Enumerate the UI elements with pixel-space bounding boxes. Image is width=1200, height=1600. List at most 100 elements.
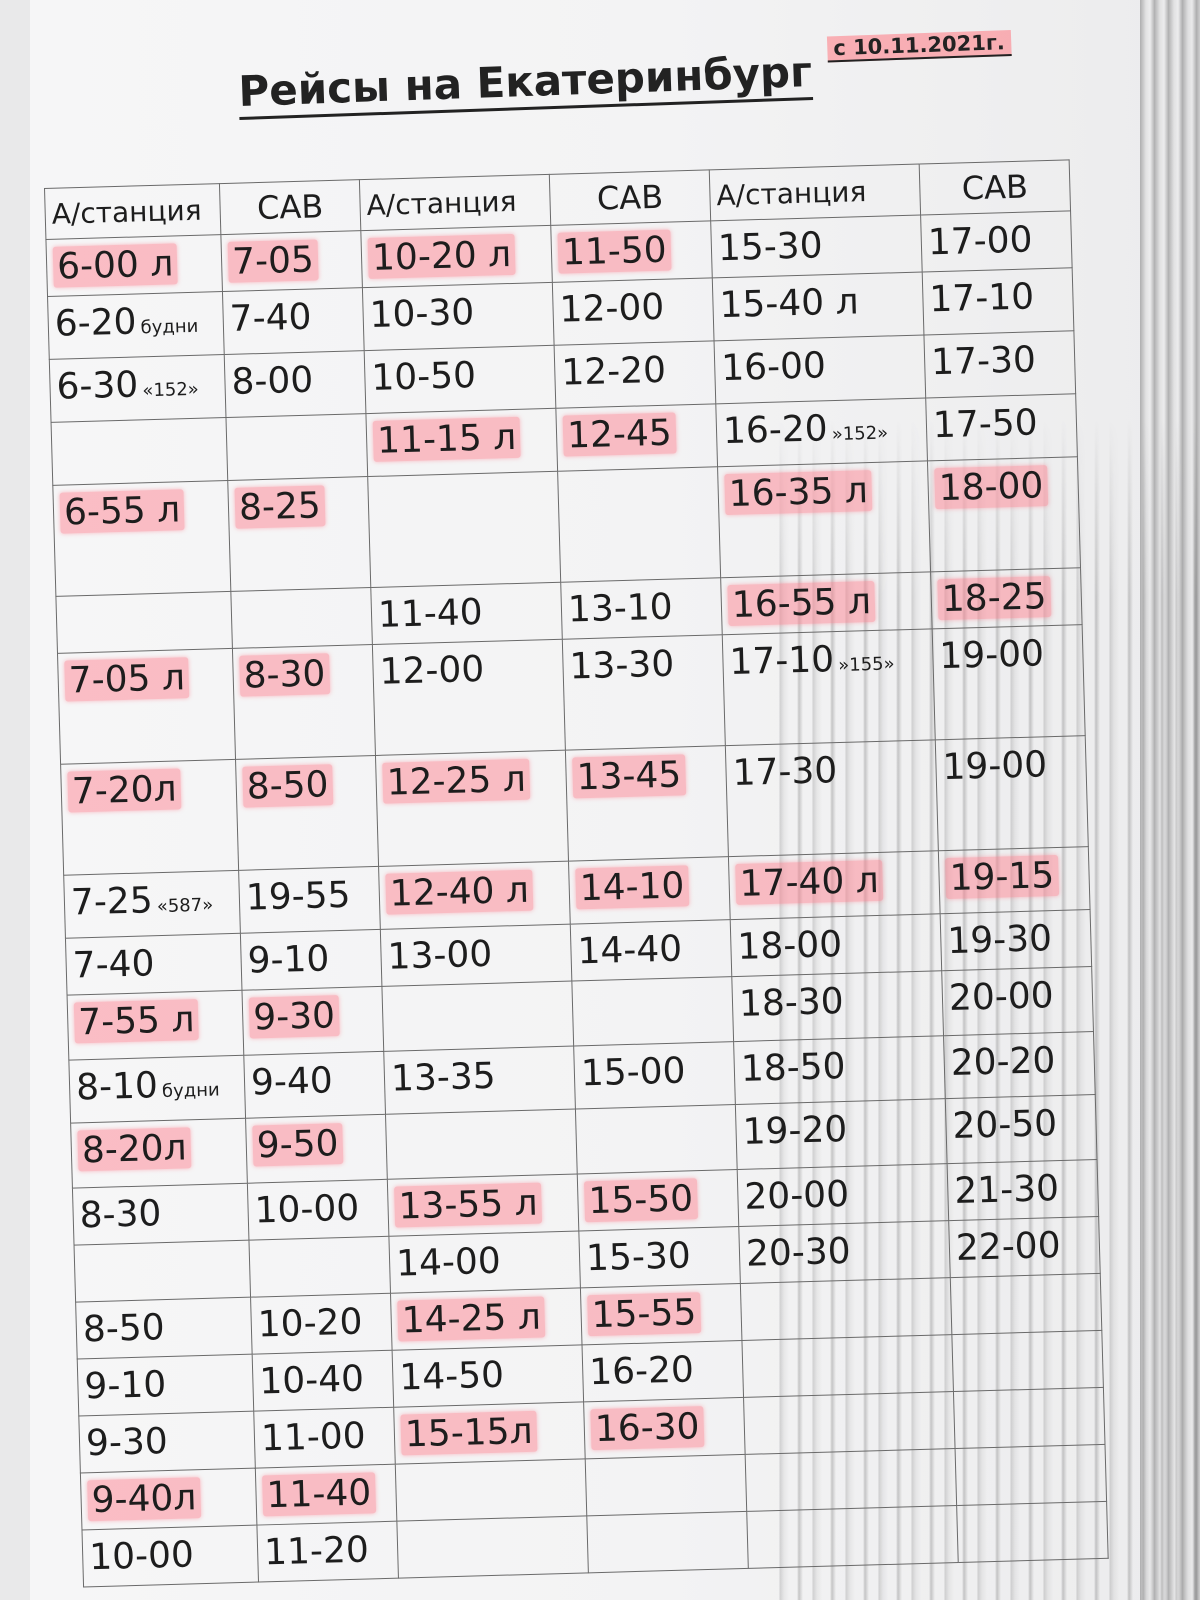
table-cell [956, 1501, 1109, 1563]
table-cell: 19-00 [932, 624, 1086, 740]
table-cell: 7-40 [65, 933, 242, 996]
departure-time: 10-40 [258, 1358, 365, 1403]
departure-time: 14-10 [575, 865, 689, 910]
departure-time: 17-10 [728, 639, 835, 684]
table-cell: 8-20л [70, 1118, 248, 1189]
table-cell: 6-30 «152» [49, 354, 226, 423]
table-cell: 18-25 [930, 567, 1083, 629]
departure-time: 19-30 [946, 918, 1053, 963]
table-cell: 16-20 [582, 1340, 744, 1402]
table-cell: 17-50 [925, 393, 1078, 461]
departure-time: 15-30 [585, 1235, 692, 1280]
table-cell: 9-50 [245, 1114, 388, 1184]
table-cell: 18-50 [733, 1035, 946, 1105]
departure-time: 12-20 [560, 349, 667, 394]
table-cell: 20-30 [738, 1220, 951, 1284]
table-cell: 9-40л [80, 1468, 257, 1530]
departure-time: 20-50 [951, 1103, 1058, 1147]
table-cell: 9-30 [241, 986, 384, 1056]
departure-time: 17-00 [927, 219, 1034, 264]
departure-time: 15-50 [583, 1178, 698, 1223]
departure-time: 17-50 [932, 402, 1039, 447]
table-cell: 14-10 [568, 856, 731, 925]
header-station-2: А/станция [359, 174, 551, 231]
table-cell: 17-10 »155» [722, 628, 936, 746]
table-cell: 20-00 [941, 966, 1094, 1036]
table-cell: 10-00 [81, 1525, 259, 1587]
table-cell: 17-10 [922, 267, 1074, 335]
table-cell [740, 1277, 952, 1341]
departure-time: 10-00 [254, 1187, 360, 1232]
route-note: будни [140, 315, 199, 339]
table-cell: 17-00 [920, 210, 1073, 273]
table-cell: 16-00 [714, 334, 926, 404]
departure-time: 12-40 л [385, 869, 534, 915]
table-cell: 16-30 [583, 1397, 746, 1459]
departure-time: 14-00 [395, 1240, 502, 1285]
departure-time: 20-00 [743, 1173, 850, 1218]
table-cell [951, 1330, 1104, 1392]
table-cell: 10-20 л [360, 225, 553, 288]
table-cell: 6-20 будни [47, 291, 225, 360]
departure-time: 16-30 [590, 1406, 705, 1451]
departure-time: 17-30 [732, 750, 838, 794]
departure-time: 13-10 [567, 586, 674, 631]
table-cell: 9-10 [240, 929, 382, 991]
table-cell: 11-40 [255, 1464, 397, 1526]
table-cell: 15-40 л [712, 272, 924, 341]
table-cell: 8-50 [235, 755, 379, 871]
table-cell [55, 591, 233, 654]
table-cell [585, 1454, 747, 1516]
departure-time: 11-15 л [372, 416, 521, 462]
departure-time: 11-40 [377, 591, 484, 636]
table-cell [396, 1515, 589, 1579]
table-cell: 16-20 »152» [715, 397, 928, 467]
table-cell: 13-35 [383, 1046, 576, 1115]
departure-time: 9-10 [83, 1364, 167, 1408]
departure-time: 20-30 [745, 1230, 852, 1275]
departure-time: 17-10 [928, 276, 1035, 321]
table-cell: 15-15л [393, 1401, 586, 1465]
table-cell: 15-30 [710, 215, 923, 278]
table-cell [74, 1240, 251, 1303]
departure-time: 16-00 [720, 345, 827, 390]
departure-time: 7-25 [70, 880, 154, 924]
table-cell: 6-55 л [52, 480, 231, 597]
departure-time: 13-00 [387, 933, 493, 978]
table-cell: 7-55 л [67, 990, 244, 1061]
departure-time: 8-30 [239, 653, 330, 697]
departure-time: 6-00 л [52, 243, 178, 288]
departure-time: 14-40 [576, 928, 683, 973]
departure-time: 9-10 [247, 938, 330, 982]
departure-time: 6-20 [54, 301, 138, 345]
table-cell: 19-00 [935, 735, 1089, 851]
departure-time: 8-10 [75, 1065, 159, 1109]
route-note: будни [161, 1079, 220, 1103]
table-cell: 15-00 [573, 1041, 736, 1110]
departure-time: 18-25 [937, 576, 1051, 621]
table-cell [381, 981, 574, 1052]
table-cell [575, 1104, 738, 1174]
departure-time: 10-20 л [367, 233, 516, 279]
departure-time: 13-35 [390, 1055, 497, 1100]
departure-time: 9-40л [87, 1477, 201, 1522]
table-cell: 19-30 [940, 909, 1092, 971]
table-cell: 14-25 л [390, 1287, 583, 1351]
departure-time: 20-20 [950, 1040, 1056, 1085]
departure-time: 18-50 [740, 1045, 847, 1090]
departure-time: 9-40 [250, 1060, 334, 1104]
departure-time: 19-00 [938, 633, 1045, 678]
route-note: »152» [831, 422, 889, 446]
departure-time: 15-40 л [718, 281, 860, 327]
route-note: «152» [142, 378, 200, 402]
departure-time: 8-50 [82, 1307, 166, 1351]
table-cell: 10-50 [364, 345, 556, 414]
table-cell: 20-50 [945, 1094, 1098, 1164]
table-cell: 17-30 [923, 330, 1076, 398]
table-cell [745, 1448, 957, 1512]
table-cell: 12-20 [554, 340, 716, 409]
header-sav-1: САВ [219, 179, 361, 235]
table-cell: 7-20л [60, 759, 239, 876]
departure-time: 13-45 [572, 754, 686, 799]
departure-time: 16-55 л [727, 580, 876, 627]
